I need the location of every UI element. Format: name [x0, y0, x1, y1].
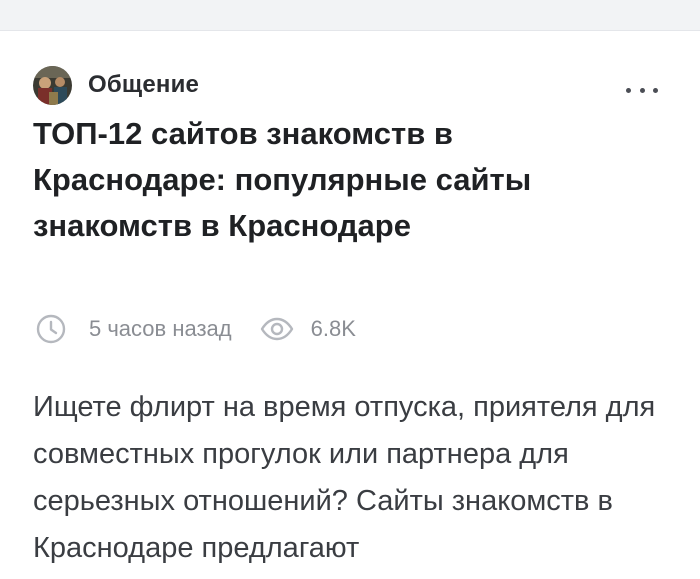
clock-icon	[35, 313, 67, 345]
post-meta: 5 часов назад 6.8K	[35, 312, 356, 346]
more-horizontal-icon-dot	[639, 87, 645, 93]
post-title[interactable]: ТОП-12 сайтов знакомств в Краснодаре: по…	[33, 111, 553, 249]
eye-icon	[260, 317, 294, 341]
more-horizontal-icon-dot	[653, 87, 658, 93]
page-background-strip	[0, 0, 700, 30]
post-body-text: Ищете флирт на время отпуска, приятеля д…	[33, 391, 656, 564]
community-name[interactable]: Общение	[88, 71, 199, 99]
post-card: Общение ТОП-12 сайтов знакомств в Красно…	[0, 30, 700, 579]
community-header[interactable]: Общение	[33, 65, 199, 105]
community-avatar[interactable]	[33, 65, 72, 105]
more-options-button[interactable]	[626, 82, 658, 98]
views-count: 6.8K	[310, 316, 356, 341]
post-time: 5 часов назад	[89, 316, 232, 341]
more-horizontal-icon	[626, 87, 631, 93]
